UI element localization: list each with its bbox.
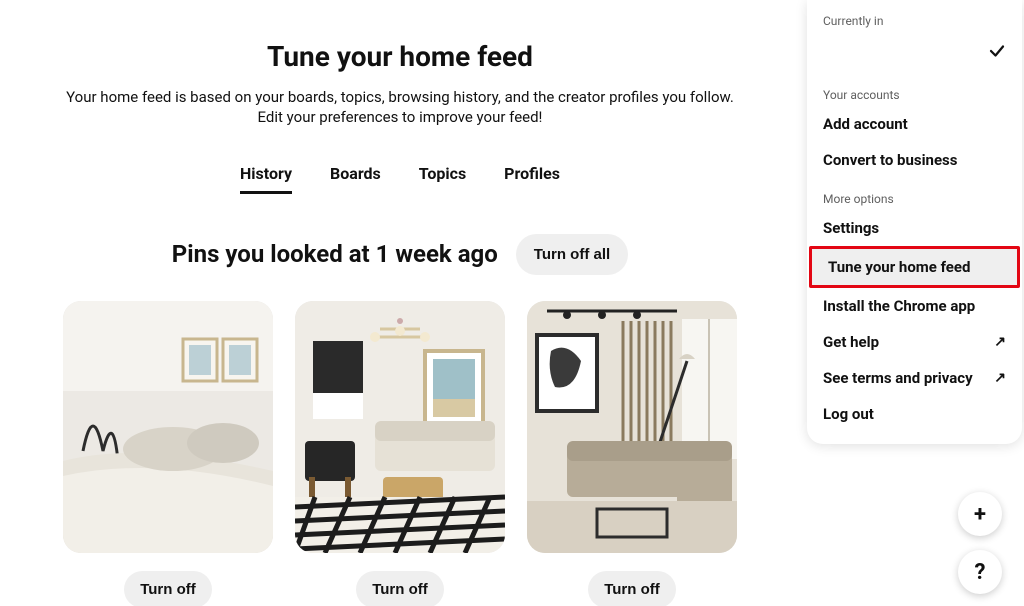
see-terms-item[interactable]: See terms and privacy ↗: [807, 360, 1022, 396]
your-accounts-label: Your accounts: [807, 82, 1022, 106]
turn-off-button[interactable]: Turn off: [124, 571, 212, 606]
fab-column: + ?: [958, 492, 1002, 594]
pins-row: Turn off: [61, 301, 739, 606]
install-chrome-item[interactable]: Install the Chrome app: [807, 288, 1022, 324]
highlight-annotation: Tune your home feed: [809, 246, 1020, 288]
turn-off-button[interactable]: Turn off: [356, 571, 444, 606]
tab-history[interactable]: History: [240, 164, 292, 194]
log-out-item[interactable]: Log out: [807, 396, 1022, 432]
pin-image-living-plaid[interactable]: [295, 301, 505, 553]
tab-boards[interactable]: Boards: [330, 164, 381, 194]
pin-image-modern-living[interactable]: [527, 301, 737, 553]
pin-image-bedroom[interactable]: [63, 301, 273, 553]
subtitle-line-1: Your home feed is based on your boards, …: [66, 88, 734, 106]
page-subtitle: Your home feed is based on your boards, …: [66, 87, 734, 128]
external-link-icon: ↗: [994, 334, 1006, 350]
tune-home-feed-item[interactable]: Tune your home feed: [812, 249, 1017, 285]
current-account-row[interactable]: [807, 32, 1022, 82]
section-header: Pins you looked at 1 week ago Turn off a…: [70, 234, 730, 275]
check-icon: [988, 42, 1006, 64]
settings-item[interactable]: Settings: [807, 210, 1022, 246]
convert-business-item[interactable]: Convert to business: [807, 142, 1022, 178]
subtitle-line-2: Edit your preferences to improve your fe…: [258, 108, 543, 126]
plus-icon: +: [974, 502, 986, 527]
tab-topics[interactable]: Topics: [419, 164, 466, 194]
turn-off-all-button[interactable]: Turn off all: [516, 234, 628, 275]
tab-profiles[interactable]: Profiles: [504, 164, 560, 194]
page-title: Tune your home feed: [267, 40, 533, 73]
add-fab[interactable]: +: [958, 492, 1002, 536]
pin-card: Turn off: [527, 301, 737, 606]
help-fab[interactable]: ?: [958, 550, 1002, 594]
get-help-item[interactable]: Get help ↗: [807, 324, 1022, 360]
tabs: History Boards Topics Profiles: [240, 164, 560, 194]
turn-off-button[interactable]: Turn off: [588, 571, 676, 606]
pin-card: Turn off: [295, 301, 505, 606]
add-account-item[interactable]: Add account: [807, 106, 1022, 142]
currently-in-label: Currently in: [807, 8, 1022, 32]
pin-card: Turn off: [63, 301, 273, 606]
external-link-icon: ↗: [994, 370, 1006, 386]
section-title: Pins you looked at 1 week ago: [172, 240, 498, 268]
account-menu-panel: Currently in Your accounts Add account C…: [807, 0, 1022, 444]
question-icon: ?: [975, 560, 986, 585]
more-options-label: More options: [807, 186, 1022, 210]
